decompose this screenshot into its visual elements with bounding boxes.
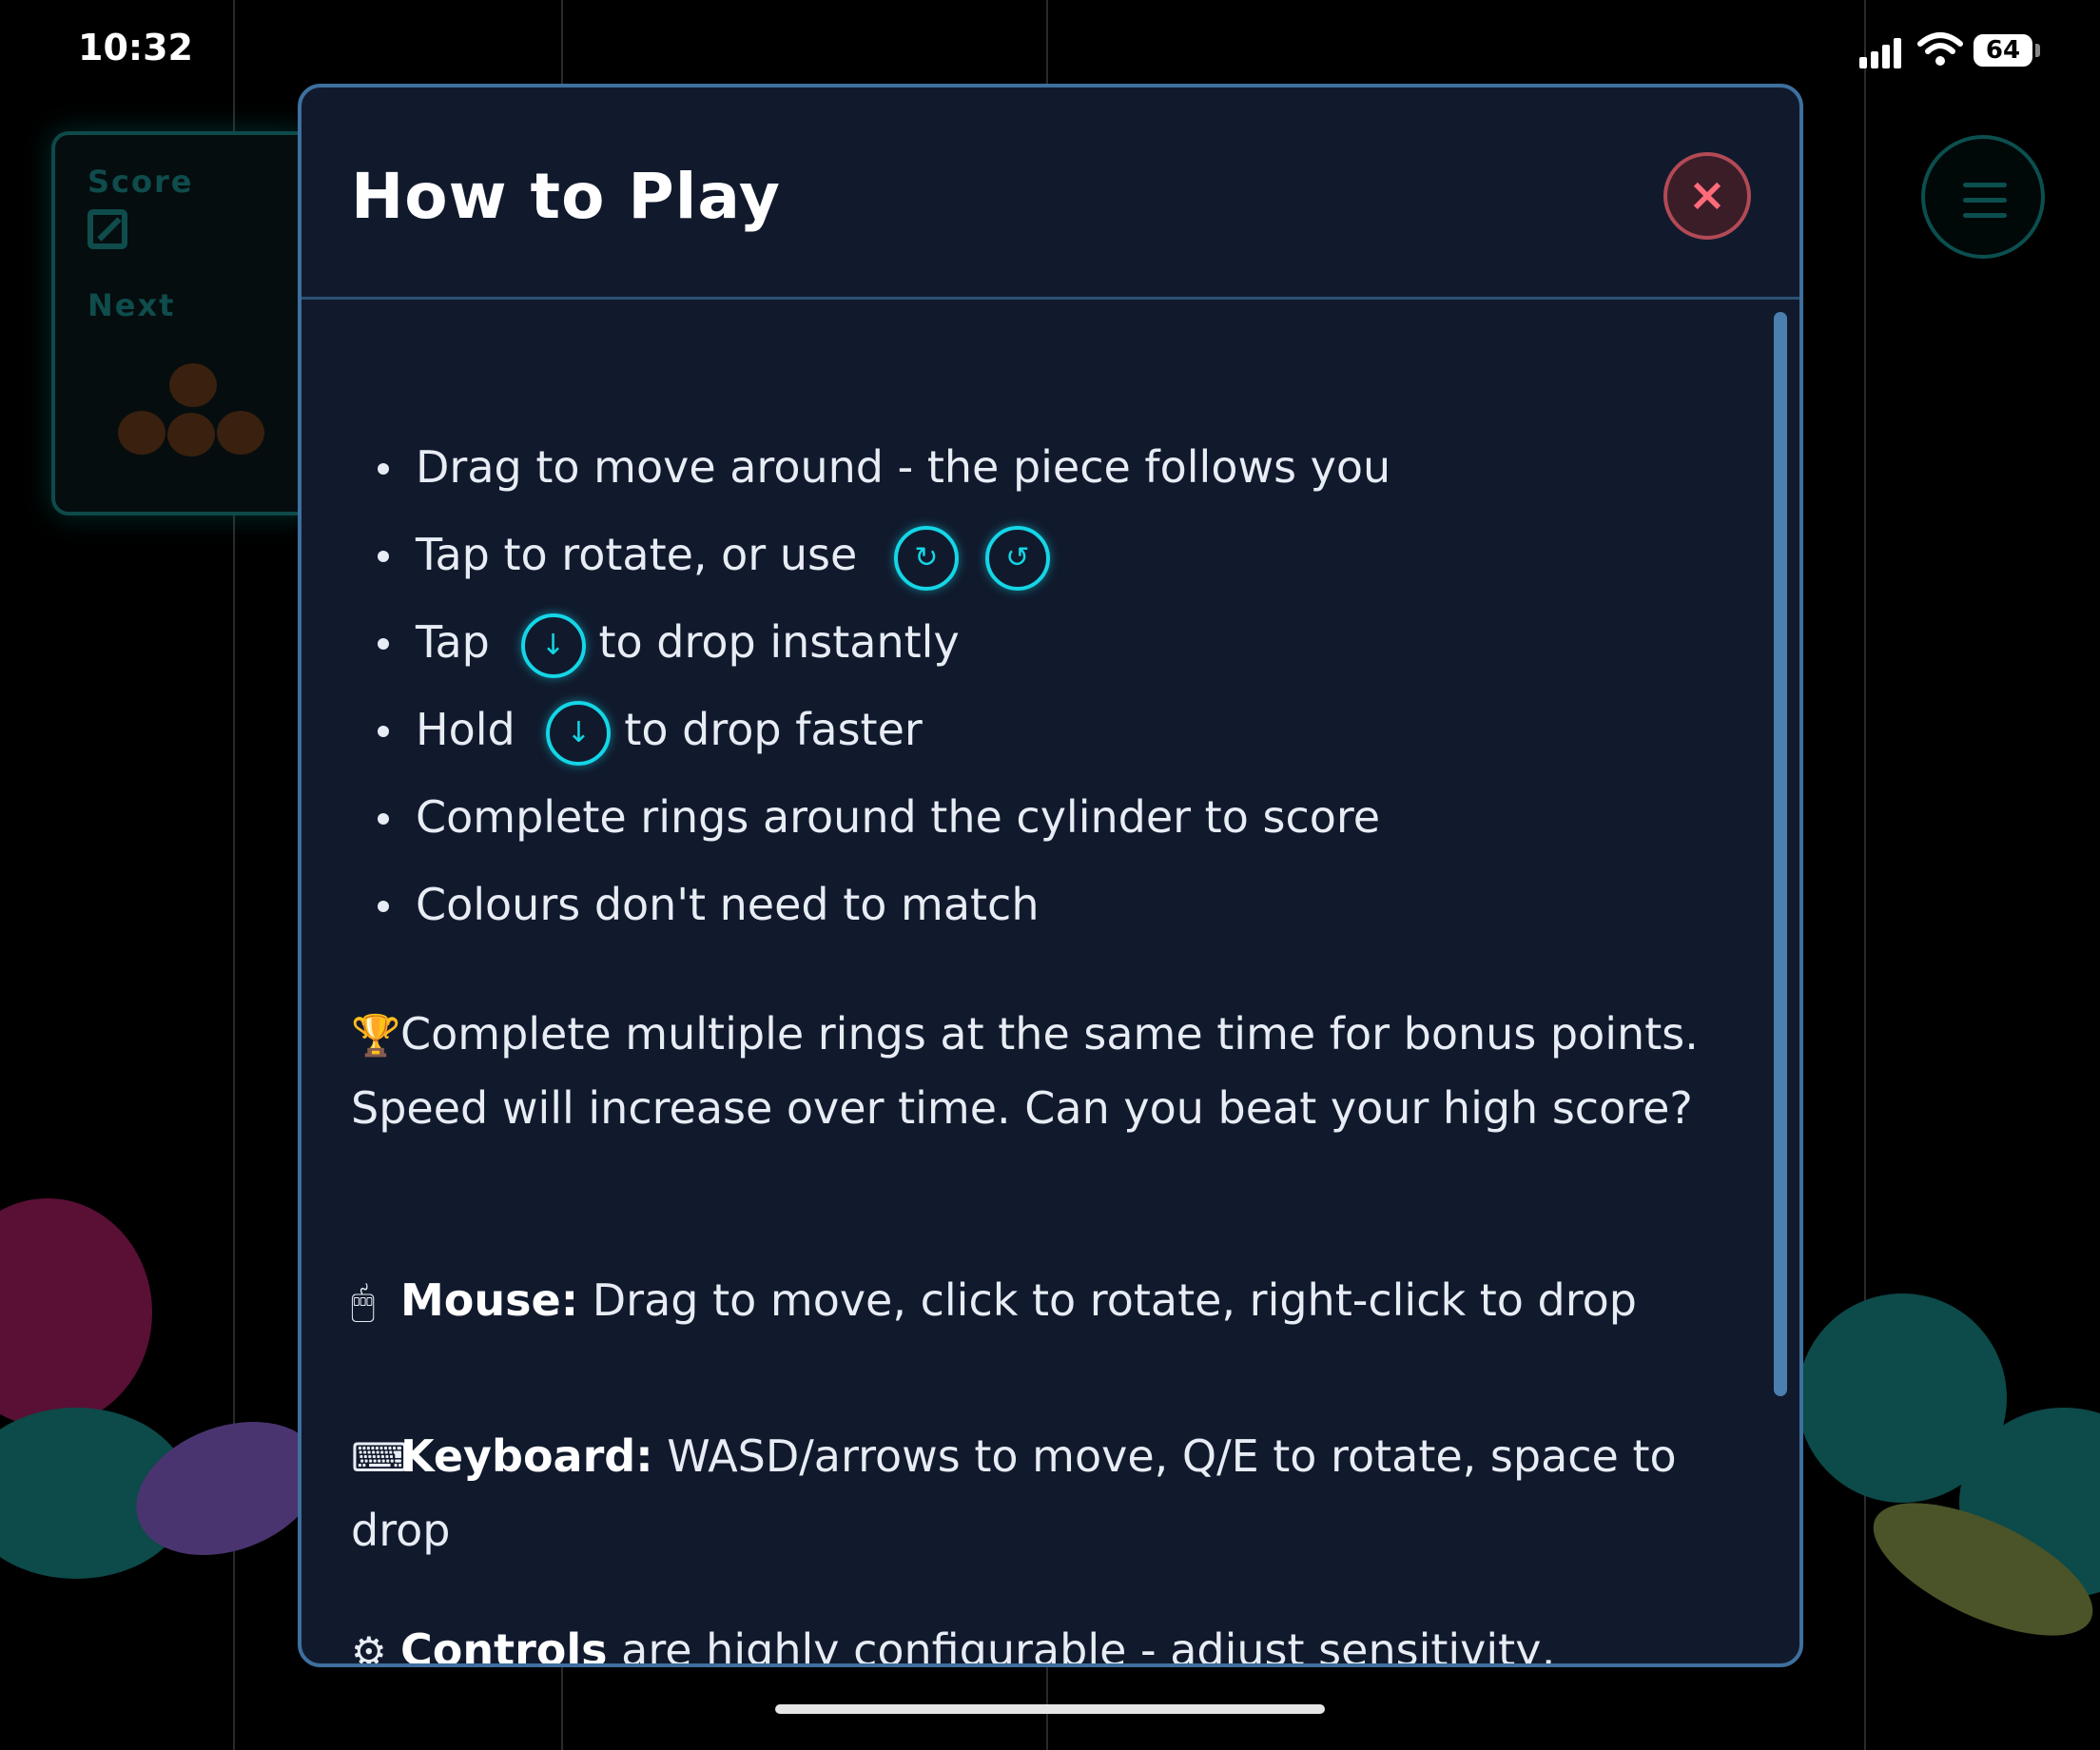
dialog-title: How to Play xyxy=(351,160,781,233)
dialog-body[interactable]: Drag to move around - the piece follows … xyxy=(301,300,1766,1667)
dialog-header: How to Play × xyxy=(301,88,1799,300)
mouse-paragraph: 🖱 Mouse: Drag to move, click to rotate, r… xyxy=(351,1264,1721,1338)
how-to-play-dialog: How to Play × Drag to move around - the … xyxy=(298,84,1803,1667)
controls-paragraph: ⚙ Controls are highly configurable - adju… xyxy=(351,1614,1721,1667)
menu-button[interactable] xyxy=(1921,135,2045,259)
rule-rings: Complete rings around the cylinder to sc… xyxy=(351,773,1759,861)
rotate-counterclockwise-icon: ↺ xyxy=(984,525,1050,591)
status-time: 10:32 xyxy=(78,27,193,68)
rotate-clockwise-icon: ↻ xyxy=(893,525,959,591)
battery-icon: 64 xyxy=(1974,34,2032,67)
trophy-icon: 🏆 xyxy=(351,1012,401,1059)
rule-colours: Colours don't need to match xyxy=(351,861,1759,948)
drop-icon: ↓ xyxy=(546,700,612,766)
battery-tip xyxy=(2035,44,2040,57)
close-button[interactable]: × xyxy=(1663,152,1751,240)
drop-icon: ↓ xyxy=(520,612,586,678)
mouse-icon: 🖱 xyxy=(351,1278,376,1325)
bonus-paragraph: 🏆Complete multiple rings at the same tim… xyxy=(351,998,1721,1144)
cellular-signal-icon xyxy=(1859,36,1907,68)
home-indicator[interactable] xyxy=(775,1704,1325,1714)
piece-blob xyxy=(0,1198,152,1427)
keyboard-paragraph: ⌨Keyboard: WASD/arrows to move, Q/E to r… xyxy=(351,1420,1721,1566)
scrollbar-thumb[interactable] xyxy=(1774,312,1787,1396)
next-label: Next xyxy=(88,287,176,323)
rule-rotate: Tap to rotate, or use ↻ ↺ xyxy=(351,511,1759,598)
score-label: Score xyxy=(88,164,194,200)
rule-drop-instant: Tap ↓ to drop instantly xyxy=(351,598,1759,686)
score-value-icon xyxy=(88,209,127,249)
keyboard-icon: ⌨ xyxy=(351,1434,409,1481)
rules-list: Drag to move around - the piece follows … xyxy=(351,423,1759,948)
rule-drop-fast: Hold ↓ to drop faster xyxy=(351,686,1759,773)
score-panel: Score Next xyxy=(51,131,318,515)
rule-drag: Drag to move around - the piece follows … xyxy=(351,423,1759,511)
gear-icon: ⚙ xyxy=(351,1628,387,1667)
wifi-icon xyxy=(1917,32,1963,66)
